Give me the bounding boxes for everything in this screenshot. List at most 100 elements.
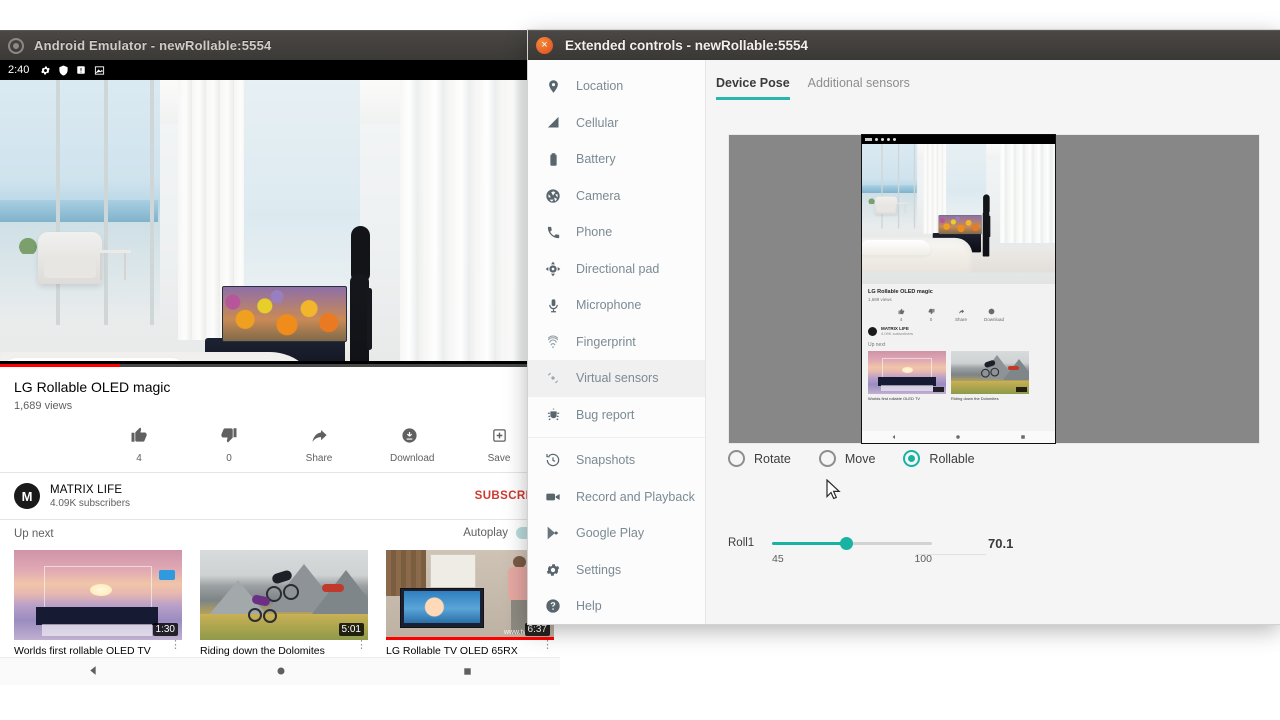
gear-icon — [40, 65, 51, 76]
suggestions-list: 1:30 Worlds first rollable OLED TV ⋮ 5:0… — [0, 546, 560, 657]
player-progress-bar[interactable] — [0, 361, 560, 367]
list-item[interactable]: 5:01 Riding down the Dolomites ⋮ — [200, 550, 368, 657]
radio-rotate[interactable]: Rotate — [728, 450, 791, 467]
channel-row[interactable]: M MATRIX LIFE 4.09K subscribers SUBSCRIB… — [0, 473, 560, 519]
download-button[interactable]: Download — [390, 424, 435, 464]
download-label: Download — [390, 453, 435, 464]
sidebar-item-label: Battery — [576, 152, 616, 167]
android-emulator-window: Android Emulator - newRollable:5554 2:40 — [0, 30, 560, 685]
list-item[interactable]: 1:30 Worlds first rollable OLED TV ⋮ — [14, 550, 182, 657]
like-button[interactable]: 4 — [120, 424, 158, 464]
device-pose-viewport[interactable]: LG Rollable OLED magic 1,689 views 4 0 S… — [728, 134, 1260, 444]
preview-caption: Riding down the Dolomites — [951, 396, 999, 401]
location-pin-icon — [544, 77, 562, 95]
avatar: M — [14, 483, 40, 509]
save-button[interactable]: Save — [480, 424, 518, 464]
back-icon[interactable] — [87, 664, 100, 682]
emulator-window-title: Android Emulator - newRollable:5554 — [34, 38, 272, 53]
sidebar-item-label: Camera — [576, 188, 621, 203]
sidebar-item-camera[interactable]: Camera — [528, 178, 705, 215]
sidebar-item-label: Phone — [576, 225, 613, 240]
radio-button — [728, 450, 745, 467]
radio-move[interactable]: Move — [818, 450, 875, 467]
slider-scale: 45 100 — [772, 553, 932, 565]
cellular-signal-icon — [544, 114, 562, 132]
video-title: LG Rollable OLED magic — [14, 379, 171, 395]
download-icon — [390, 424, 428, 446]
sidebar-item-record-and-playback[interactable]: Record and Playback — [528, 479, 705, 516]
android-nav-bar — [0, 657, 560, 685]
preview-suggestions: Worlds first rollable OLED TV Riding dow… — [868, 351, 1049, 401]
radio-rollable[interactable]: Rollable — [903, 450, 975, 467]
roll-slider[interactable] — [772, 534, 932, 552]
sidebar-item-directional-pad[interactable]: Directional pad — [528, 251, 705, 288]
tab-device-pose[interactable]: Device Pose — [716, 76, 790, 100]
radio-label: Rollable — [929, 451, 975, 466]
sidebar-item-phone[interactable]: Phone — [528, 214, 705, 251]
sidebar-item-cellular[interactable]: Cellular — [528, 105, 705, 142]
more-options-icon[interactable]: ⋮ — [352, 640, 368, 651]
emulator-window-icon — [8, 37, 24, 54]
sidebar-item-battery[interactable]: Battery — [528, 141, 705, 178]
suggestion-title: Worlds first rollable OLED TV — [14, 645, 151, 657]
sidebar-item-label: Cellular — [576, 115, 619, 130]
battery-icon — [544, 150, 562, 168]
more-options-icon[interactable]: ⋮ — [538, 640, 554, 651]
sidebar-item-virtual-sensors[interactable]: Virtual sensors — [528, 360, 705, 397]
youtube-video-details: LG Rollable OLED magic 1,689 views 4 0 S… — [0, 367, 560, 657]
preview-status-bar — [862, 135, 1055, 144]
autoplay-label: Autoplay — [463, 527, 508, 539]
suggestion-title: LG Rollable TV OLED 65RX — [386, 645, 518, 657]
emulator-screen[interactable]: 2:40 LG Rollable OLED magic 1,689 views … — [0, 60, 560, 685]
dislike-count: 0 — [226, 453, 232, 464]
extended-controls-title: Extended controls - newRollable:5554 — [565, 38, 809, 53]
preview-video — [862, 144, 1055, 284]
slider-handle[interactable] — [839, 537, 853, 550]
device-preview[interactable]: LG Rollable OLED magic 1,689 views 4 0 S… — [862, 135, 1055, 443]
preview-channel-subs: 4.09K subscribers — [881, 331, 914, 336]
preview-action-bar: 4 0 Share Download — [894, 308, 1049, 322]
pose-mode-radio-group: Rotate Move Rollable — [728, 450, 975, 467]
sidebar-item-snapshots[interactable]: Snapshots — [528, 442, 705, 479]
google-play-icon — [544, 524, 562, 542]
sidebar-item-label: Record and Playback — [576, 489, 695, 504]
share-button[interactable]: Share — [300, 424, 338, 464]
home-icon[interactable] — [275, 664, 287, 682]
video-duration: 1:30 — [152, 623, 178, 636]
video-duration: 6:37 — [524, 623, 550, 636]
sidebar-item-label: Virtual sensors — [576, 371, 659, 386]
thumbs-down-icon — [210, 424, 248, 446]
extended-controls-titlebar[interactable]: × Extended controls - newRollable:5554 — [528, 30, 1280, 60]
sidebar-item-microphone[interactable]: Microphone — [528, 287, 705, 324]
youtube-video-player[interactable] — [0, 80, 560, 367]
dislike-button[interactable]: 0 — [210, 424, 248, 464]
channel-name: MATRIX LIFE — [50, 483, 123, 496]
value-underline — [916, 554, 986, 555]
close-icon[interactable]: × — [536, 37, 553, 54]
sidebar-item-fingerprint[interactable]: Fingerprint — [528, 324, 705, 361]
sidebar-item-location[interactable]: Location — [528, 68, 705, 105]
sidebar-item-google-play[interactable]: Google Play — [528, 515, 705, 552]
sidebar-item-bug-report[interactable]: Bug report — [528, 397, 705, 434]
video-action-bar: 4 0 Share Download Save — [120, 412, 560, 472]
preview-up-next-label: Up next — [868, 342, 886, 348]
shield-icon — [58, 64, 69, 76]
preview-video-title: LG Rollable OLED magic — [868, 289, 933, 295]
tab-additional-sensors[interactable]: Additional sensors — [808, 76, 910, 100]
recents-icon[interactable] — [462, 664, 473, 682]
video-camera-icon — [544, 488, 562, 506]
radio-button — [818, 450, 836, 467]
more-options-icon[interactable]: ⋮ — [166, 640, 182, 651]
radio-button — [903, 450, 921, 467]
video-duration: 5:01 — [338, 623, 364, 636]
status-clock: 2:40 — [8, 64, 30, 76]
sidebar-item-help[interactable]: Help — [528, 588, 705, 625]
slider-min: 45 — [772, 553, 784, 565]
emulator-titlebar[interactable]: Android Emulator - newRollable:5554 — [0, 30, 560, 60]
sidebar-item-label: Snapshots — [576, 453, 636, 468]
up-next-label: Up next — [14, 528, 54, 540]
sidebar-item-label: Fingerprint — [576, 334, 636, 349]
sidebar-item-settings[interactable]: Settings — [528, 552, 705, 589]
photo-icon — [94, 65, 105, 76]
save-icon — [480, 424, 518, 446]
